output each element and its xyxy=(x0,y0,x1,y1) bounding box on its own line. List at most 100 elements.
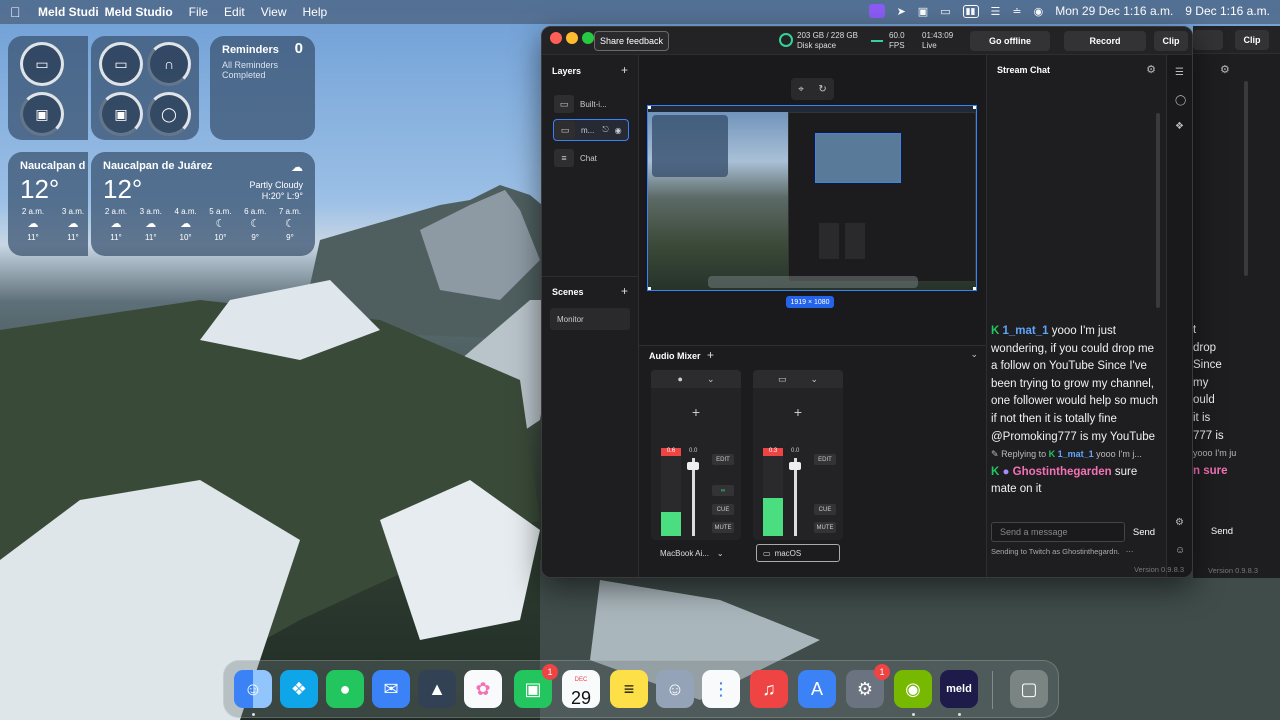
menu-help[interactable]: Help xyxy=(303,5,328,19)
weather-widget[interactable]: Naucalpan de Juárez 12° ☁ Partly Cloudy … xyxy=(91,152,315,256)
rotate-icon[interactable]: ↻ xyxy=(818,84,826,95)
music-icon[interactable]: ♫ xyxy=(750,670,788,708)
audio-source-select[interactable]: MacBook Ai... ⌄ xyxy=(654,544,738,562)
finder-icon[interactable]: ☺ xyxy=(234,670,272,708)
display-icon[interactable]: ▭ xyxy=(940,5,950,18)
more-icon[interactable]: ⋯ xyxy=(1126,547,1134,556)
resize-handle[interactable] xyxy=(973,106,976,109)
cue-button[interactable]: CUE xyxy=(814,504,836,515)
apple-menu-icon[interactable]:  xyxy=(10,4,24,20)
edit-button[interactable]: EDIT xyxy=(712,454,734,465)
moon-icon: ☾ xyxy=(285,218,295,230)
canvas-preview[interactable] xyxy=(647,105,977,291)
chevron-down-icon[interactable]: ⌄ xyxy=(810,374,818,385)
mute-button[interactable]: MUTE xyxy=(814,522,836,533)
reminders-icon[interactable]: ⋮ xyxy=(702,670,740,708)
layer-item-built-in[interactable]: ▭ Built-i... xyxy=(553,93,629,115)
calendar-icon[interactable]: DEC 29 xyxy=(562,670,600,708)
edit-button[interactable]: EDIT xyxy=(814,454,836,465)
menu-clock[interactable]: Mon 29 Dec 1:16 a.m. xyxy=(1055,4,1173,18)
calendar-day: 29 xyxy=(570,688,592,708)
share-feedback-button[interactable]: Share feedback xyxy=(594,31,669,51)
menu-edit[interactable]: Edit xyxy=(224,5,245,19)
layer-item-chat[interactable]: ≡ Chat xyxy=(553,147,629,169)
chevron-down-icon[interactable]: ⌄ xyxy=(970,349,978,360)
system-settings-icon[interactable]: ⚙ 1 xyxy=(846,664,890,708)
meld-status-icon[interactable] xyxy=(868,4,885,18)
zoom-window-icon[interactable] xyxy=(582,32,594,44)
safari-icon[interactable]: ❖ xyxy=(280,670,318,708)
eye-icon[interactable]: ◉ xyxy=(615,126,622,135)
notes-icon[interactable]: ≡ xyxy=(610,670,648,708)
scene-item-monitor[interactable]: Monitor xyxy=(550,308,630,330)
reply-username[interactable]: 1_mat_1 xyxy=(1058,449,1094,459)
add-scene-icon[interactable]: + xyxy=(621,284,628,298)
facetime-icon[interactable]: ▣ 1 xyxy=(514,664,558,708)
link-icon[interactable]: ∞ xyxy=(712,485,734,496)
broadcast-icon[interactable]: ❖ xyxy=(1175,121,1184,132)
crop-icon[interactable]: ⌖ xyxy=(798,84,804,95)
resize-handle[interactable] xyxy=(973,287,976,290)
case-battery-icon: ▣ xyxy=(99,92,143,136)
unlock-icon[interactable]: ⎋ xyxy=(602,125,608,135)
chat-settings-icon[interactable]: ⚙ xyxy=(1146,63,1156,76)
menu-view[interactable]: View xyxy=(261,5,287,19)
siri-icon[interactable]: ◉ xyxy=(1034,5,1044,18)
menu-file[interactable]: File xyxy=(189,5,208,19)
add-filter-icon[interactable]: + xyxy=(651,390,741,434)
weather-city: Naucalpan d xyxy=(20,160,86,172)
record-button[interactable]: Record xyxy=(1064,31,1146,51)
clip-button[interactable]: Clip xyxy=(1154,31,1188,51)
audio-mixer: Audio Mixer + ⌄ ● ⌄ + 0.6 0.0 EDIT ∞ CUE… xyxy=(639,345,986,577)
settings-gear-icon[interactable]: ⚙ xyxy=(1175,517,1184,528)
preview-nested-canvas xyxy=(815,133,901,183)
level-meter: 0.3 xyxy=(763,448,783,536)
batteries-widget-ghost[interactable]: ▭ ▣ xyxy=(8,36,88,140)
photos-icon[interactable]: ✿ xyxy=(464,670,502,708)
messages-icon[interactable]: ● xyxy=(326,670,364,708)
trash-icon[interactable]: ▢ xyxy=(1010,670,1048,708)
nvidia-icon[interactable]: ◉ xyxy=(894,670,932,708)
chat-message: K ● Ghostinthegarden sure mate on it xyxy=(991,464,1163,499)
close-window-icon[interactable] xyxy=(550,32,562,44)
add-audio-icon[interactable]: + xyxy=(707,348,714,362)
reminders-widget[interactable]: Reminders 0 All Reminders Completed xyxy=(210,36,315,140)
add-filter-icon[interactable]: + xyxy=(753,390,843,434)
chat-bubble-icon[interactable]: ◯ xyxy=(1175,95,1186,106)
fader-knob[interactable] xyxy=(789,462,801,470)
cue-button[interactable]: CUE xyxy=(712,504,734,515)
menu-ghost-app-name[interactable]: Meld Studi xyxy=(38,5,99,19)
chat-username[interactable]: 1_mat_1 xyxy=(1003,325,1049,337)
weather-widget-ghost[interactable]: Naucalpan d 12° 2 a.m. ☁ 11° 3 a.m. ☁ 11° xyxy=(8,152,88,256)
rocket-icon[interactable]: ➤ xyxy=(897,5,906,18)
chat-message-input[interactable]: Send a message xyxy=(991,522,1125,542)
chat-username[interactable]: Ghostinthegarden xyxy=(1013,466,1112,478)
audio-source-select[interactable]: ▭ macOS xyxy=(756,544,840,562)
mute-button[interactable]: MUTE xyxy=(712,522,734,533)
chat-scrollbar[interactable] xyxy=(1156,113,1160,308)
chevron-down-icon[interactable]: ⌄ xyxy=(707,374,715,385)
battery-icon[interactable]: ▮▮ xyxy=(962,4,979,18)
resize-handle[interactable] xyxy=(648,287,651,290)
go-offline-button[interactable]: Go offline xyxy=(970,31,1050,51)
menu-app-name[interactable]: Meld Studio xyxy=(105,5,173,19)
car-icon[interactable]: ▣ xyxy=(918,5,928,18)
app-store-icon[interactable]: A xyxy=(798,670,836,708)
fader-knob[interactable] xyxy=(687,462,699,470)
canvas-area[interactable]: ⌖ ↻ 1919 × 1080 xyxy=(639,55,986,365)
settings-badge: 1 xyxy=(874,664,890,680)
contacts-icon[interactable]: ☺ xyxy=(656,670,694,708)
send-button[interactable]: Send xyxy=(1127,522,1161,542)
layer-item-m[interactable]: ▭ m... ⎋ ◉ xyxy=(553,119,629,141)
resize-handle[interactable] xyxy=(648,106,651,109)
mail-icon[interactable]: ✉ xyxy=(372,670,410,708)
add-layer-icon[interactable]: + xyxy=(621,63,628,77)
menu-icon[interactable]: ☰ xyxy=(1175,67,1184,78)
xcode-instruments-icon[interactable]: ▲ xyxy=(418,670,456,708)
account-icon[interactable]: ☺ xyxy=(1175,545,1185,556)
minimize-window-icon[interactable] xyxy=(566,32,578,44)
batteries-widget[interactable]: ▭ ∩ ▣ ◯ xyxy=(91,36,199,140)
control-center-icon[interactable]: ☰ xyxy=(991,5,1001,18)
meld-studio-icon[interactable]: meld xyxy=(940,670,978,708)
wifi-icon[interactable]: ≐ xyxy=(1012,5,1021,18)
